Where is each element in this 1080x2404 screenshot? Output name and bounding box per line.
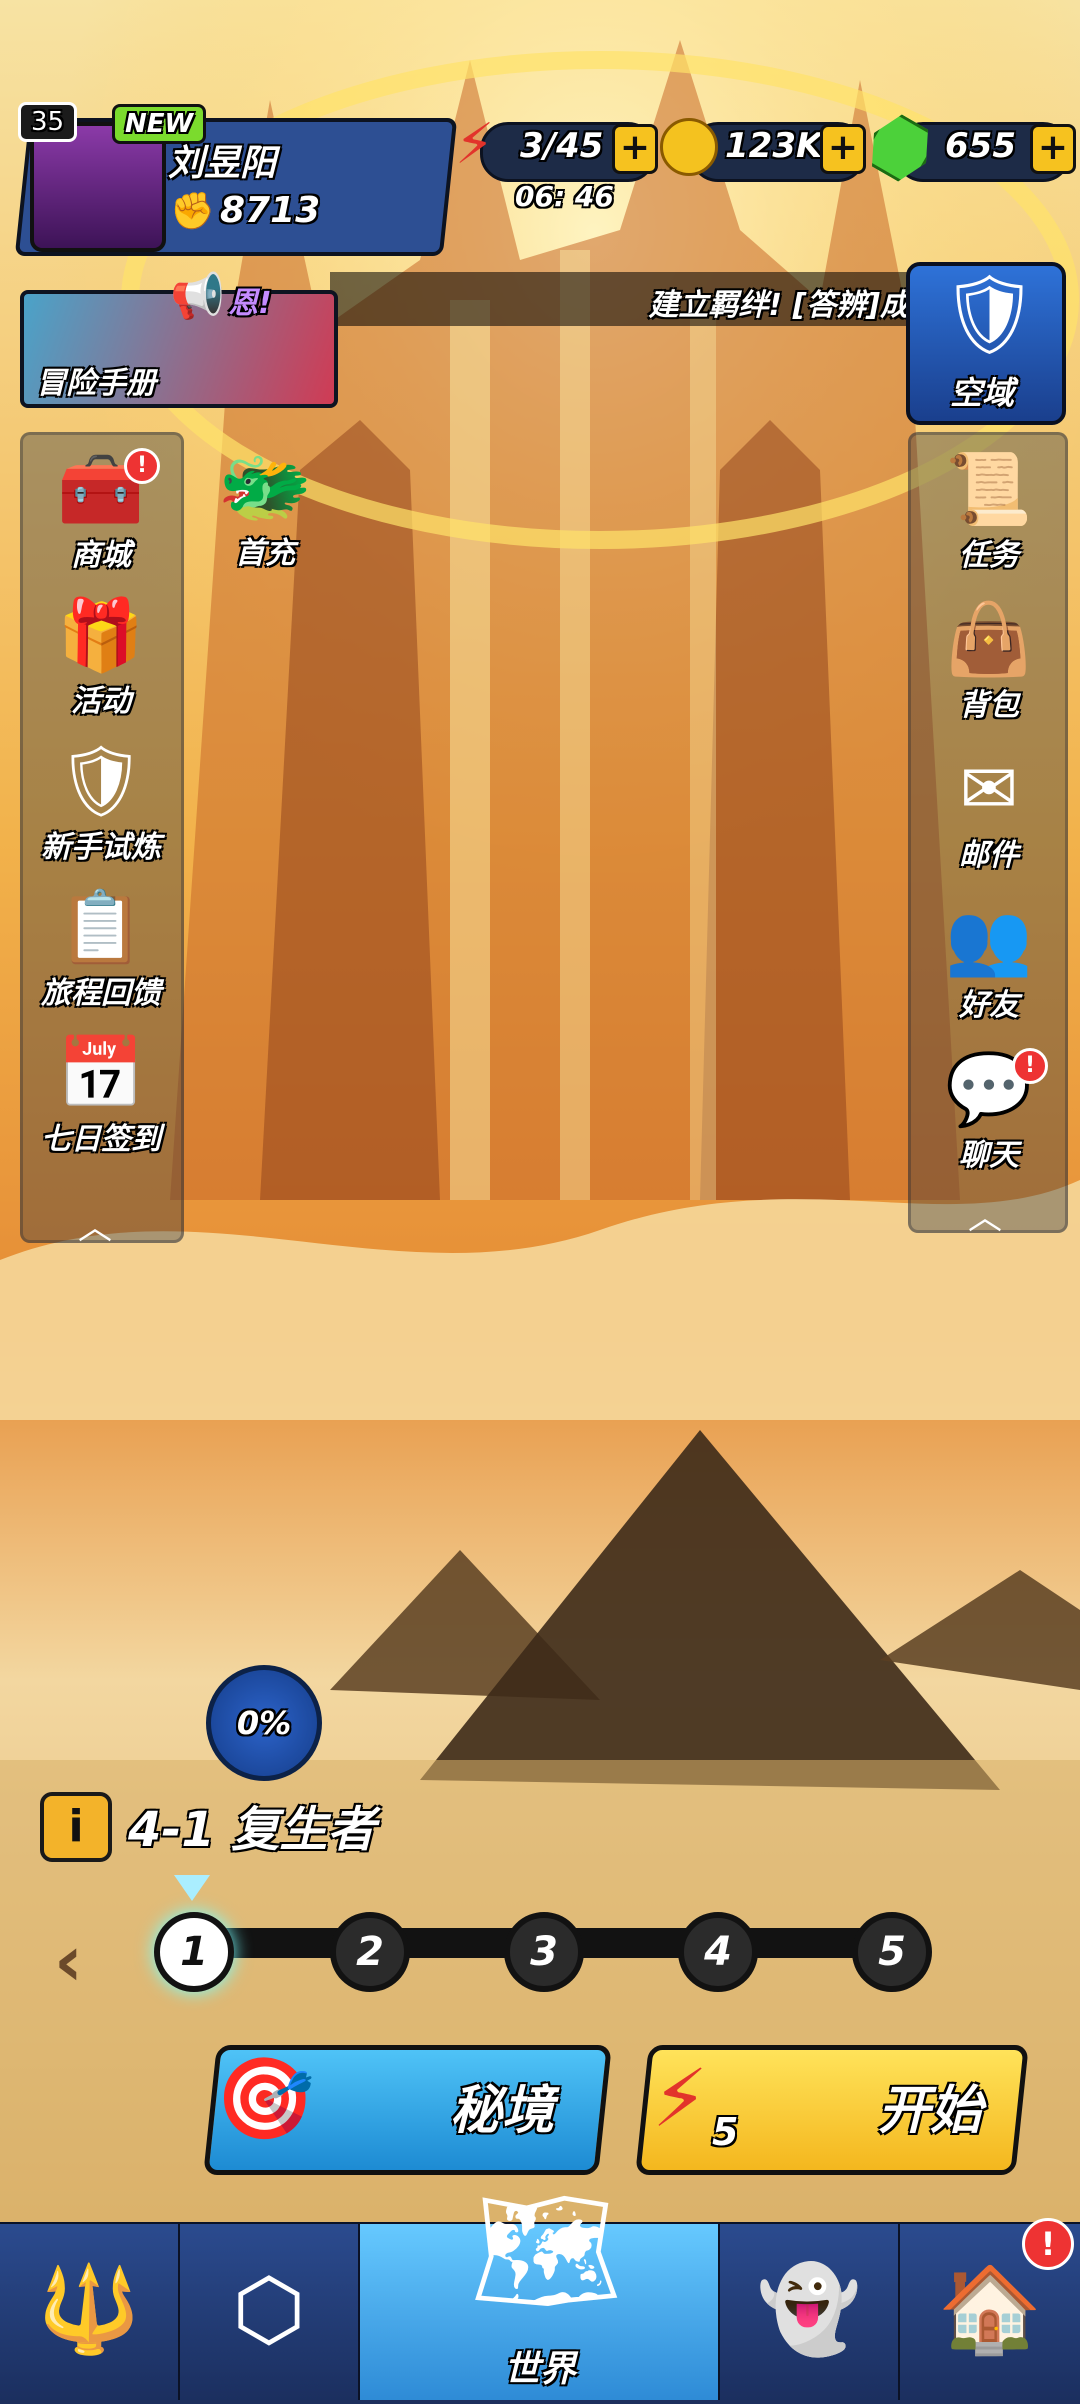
chat-icon: 💬 (945, 1048, 1033, 1130)
hex-emblem-icon: ⬡ (232, 2260, 306, 2358)
crystal-crown-icon: 🔱 (36, 2260, 142, 2358)
fist-power-icon: ✊ (170, 191, 215, 232)
stage-node-3[interactable]: 3 (504, 1912, 584, 1992)
right_menu-item-4[interactable]: 👥 好友 (904, 898, 1074, 1024)
left_menu-item-5[interactable]: 📅 七日签到 (16, 1032, 186, 1158)
first-recharge-button[interactable]: 🐲 首充 (200, 446, 330, 572)
right_menu-item-3[interactable]: ✉ 邮件 (904, 748, 1074, 874)
news-prefix-text: 恩! (228, 286, 272, 321)
right_menu-label: 好友 (959, 988, 1019, 1023)
lightning-energy-icon: ⚡ (455, 112, 495, 177)
megaphone-icon: 📢 (170, 271, 225, 322)
clipboard-icon: 📋 (57, 886, 145, 968)
right_menu-label: 背包 (959, 688, 1019, 723)
target-arrow-icon: 🎯 (215, 2052, 315, 2145)
left_menu-item-2[interactable]: 🎁 活动 (16, 594, 186, 720)
add-gold-button[interactable]: + (820, 124, 866, 174)
current-node-pointer-icon (174, 1875, 210, 1901)
lightning-cost-icon: ⚡ (652, 2052, 709, 2145)
right_menu-label: 聊天 (959, 1138, 1019, 1173)
nav-tab-heroes[interactable]: 🔱 (0, 2224, 181, 2400)
left_menu-item-1[interactable]: 🧰 商城! (16, 448, 186, 574)
realm-crest-icon: 🛡 (940, 270, 1040, 360)
right_menu-item-2[interactable]: 👜 背包 (904, 598, 1074, 724)
right_menu-label: 任务 (959, 538, 1019, 573)
previous-chapter-arrow-icon[interactable]: ‹ (54, 1920, 83, 2002)
start-cost: 5 (712, 2110, 739, 2154)
right_menu-label: 邮件 (959, 838, 1019, 873)
player-name: 刘昱阳 (168, 143, 277, 184)
adventure-manual-label: 冒险手册 (36, 366, 156, 401)
add-energy-button[interactable]: + (612, 124, 658, 174)
character-duo-icon: 👻 (756, 2260, 862, 2358)
left_menu-label: 活动 (71, 684, 131, 719)
left_menu-item-3[interactable]: 🛡 新手试炼 (16, 740, 186, 866)
right_menu-item-1[interactable]: 📜 任务 (904, 448, 1074, 574)
right-collapse-chevron-icon[interactable]: ︿ (968, 1190, 1002, 1239)
stage-progress-badge: 0% (206, 1665, 322, 1781)
friends-icon: 👥 (945, 898, 1033, 980)
stage-node-5[interactable]: 5 (852, 1912, 932, 1992)
player-level-badge: 35 (18, 102, 78, 142)
news-ticker-text: 建立羁绊! [答辨]成 (648, 288, 910, 323)
realm-label: 空域 (950, 374, 1015, 412)
bag-icon: 👜 (945, 598, 1033, 680)
gem-value: 655 (945, 126, 1016, 166)
player-power: 8713 (220, 190, 321, 231)
dragon-mascot-icon: 🐲 (217, 442, 313, 531)
add-gems-button[interactable]: + (1030, 124, 1076, 174)
first-recharge-label: 首充 (235, 536, 295, 571)
stage-node-1[interactable]: 1 (154, 1912, 234, 1992)
stage-name: 4-1 复生者 (128, 1802, 376, 1858)
left_menu-label: 七日签到 (41, 1122, 161, 1157)
nav-tab-guild[interactable]: ⬡ (180, 2224, 361, 2400)
gold-value: 123K (725, 126, 823, 166)
treasure-map-icon: 🗺 (470, 2182, 623, 2321)
scroll-icon: 📜 (945, 448, 1033, 530)
gift-chest-icon: 🎁 (57, 594, 145, 676)
start-label: 开始 (878, 2081, 983, 2141)
left_menu-item-4[interactable]: 📋 旅程回馈 (16, 886, 186, 1012)
energy-timer: 06: 46 (515, 180, 614, 213)
right_menu-item-5[interactable]: 💬 聊天! (904, 1048, 1074, 1174)
nav-world-label: 世界 (504, 2349, 577, 2390)
treasure-chest-icon: 🧰 (57, 448, 145, 530)
left_menu-label: 商城 (71, 538, 131, 573)
alert-dot: ! (124, 448, 160, 484)
left_menu-label: 旅程回馈 (41, 976, 161, 1011)
mail-icon: ✉ (959, 748, 1019, 830)
nav-tab-characters[interactable]: 👻 (720, 2224, 901, 2400)
left-collapse-chevron-icon[interactable]: ︿ (78, 1200, 112, 1249)
base-alert-badge: ! (1022, 2218, 1074, 2270)
secret-realm-label: 秘境 (450, 2081, 555, 2141)
gold-coin-icon (660, 118, 718, 176)
calendar-icon: 📅 (57, 1032, 145, 1114)
shield-sword-icon: 🛡 (56, 740, 146, 822)
left_menu-label: 新手试炼 (41, 830, 161, 865)
alert-dot: ! (1012, 1048, 1048, 1084)
stage-node-4[interactable]: 4 (678, 1912, 758, 1992)
energy-value: 3/45 (520, 126, 604, 166)
stage-info-icon[interactable]: i (40, 1792, 112, 1862)
stage-node-2[interactable]: 2 (330, 1912, 410, 1992)
